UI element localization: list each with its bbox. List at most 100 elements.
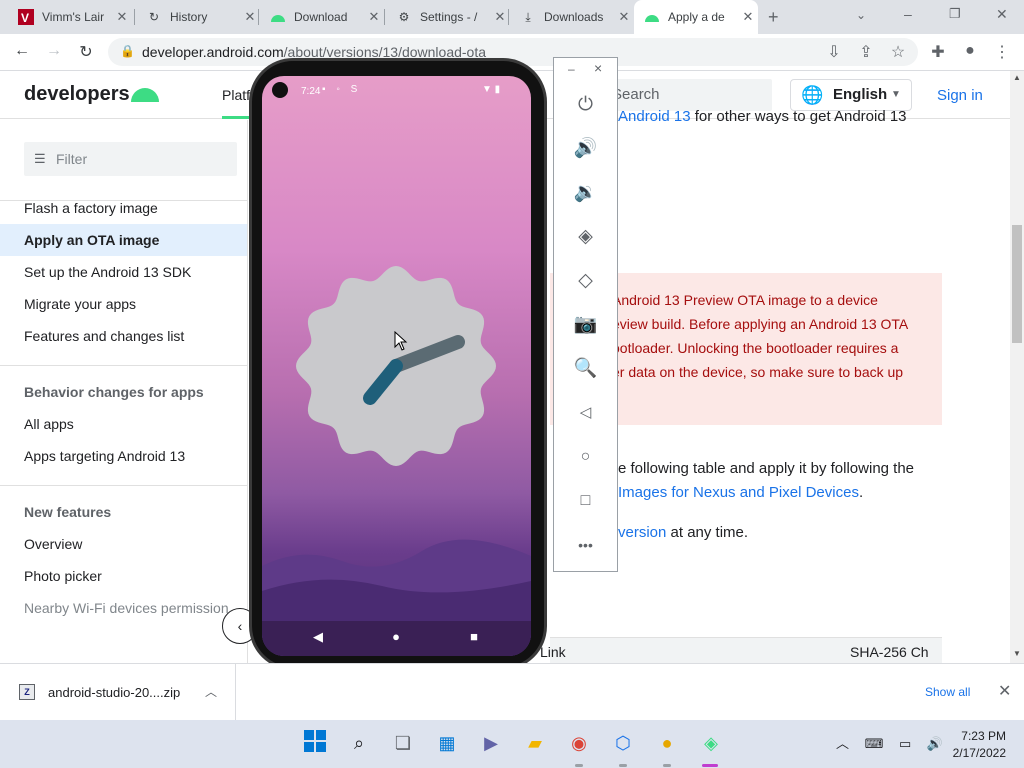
scroll-down-arrow[interactable]: ▼ [1010,649,1024,658]
close-tab-icon[interactable]: ✕ [240,9,260,25]
install-app-icon[interactable]: ⇩ [824,42,844,62]
phone-back-icon[interactable]: ◀ [308,629,328,645]
profile-icon[interactable]: ● [960,42,980,60]
close-tab-icon[interactable]: ✕ [614,9,634,25]
system-tray[interactable]: ︿ ⌨ ▭ 🔊 [836,733,949,752]
sidebar-item-overview[interactable]: Overview [0,528,247,560]
sidebar-item-migrate-apps[interactable]: Migrate your apps [0,288,247,320]
back-button[interactable]: ← [12,42,32,60]
app-icon[interactable]: ● [654,730,680,756]
chevron-up-icon[interactable]: ︿ [205,683,217,700]
new-tab-button[interactable]: + [768,7,779,28]
zoom-icon[interactable]: 🔍 [554,354,617,384]
android-studio-icon[interactable]: ◈ [698,730,724,756]
close-shelf-icon[interactable]: ✕ [998,681,1011,701]
tab-search-icon[interactable]: ⌄ [856,8,866,22]
volume-up-icon[interactable]: 🔊 [554,134,617,164]
close-tab-icon[interactable]: ✕ [364,9,384,25]
taskbar-time[interactable]: 7:23 PM [954,729,1006,743]
phone-home-icon[interactable]: ● [386,629,406,644]
teams-chat-icon[interactable]: ▶ [478,730,504,756]
tab-history[interactable]: ↻ History ✕ [136,0,260,34]
home-icon[interactable]: ○ [554,442,617,472]
tab-vimms-lair[interactable]: V Vimm's Lair ✕ [8,0,132,34]
phone-screen[interactable]: 7:24 ▪ ◦ S ▼ ▮ ◀ ● ■ [262,76,531,656]
table-header-cell: Link [540,644,566,660]
sidebar-item-all-apps[interactable]: All apps [0,408,247,440]
tab-apply-ota[interactable]: Apply a de ✕ [634,0,758,34]
start-icon[interactable] [302,730,328,756]
show-all-downloads-link[interactable]: Show all [925,685,970,699]
sidebar-item-nearby-wifi[interactable]: Nearby Wi-Fi devices permission [0,592,247,624]
sidebar-item-setup-sdk[interactable]: Set up the Android 13 SDK [0,256,247,288]
back-icon[interactable]: ◁ [554,398,617,428]
page-scrollbar[interactable] [1010,71,1024,663]
forward-button[interactable]: → [44,42,64,60]
tab-strip: V Vimm's Lair ✕ ↻ History ✕ Download ✕ ⚙… [0,0,1024,34]
sidebar-item-flash-factory-image[interactable]: Flash a factory image [0,192,247,224]
tab-label: Vimm's Lair [42,10,105,24]
power-icon[interactable]: ⏻ [554,90,617,120]
extensions-icon[interactable]: ✚ [928,42,948,62]
restore-window-button[interactable]: ❐ [949,6,961,22]
close-tab-icon[interactable]: ✕ [490,9,510,25]
bookmark-star-icon[interactable]: ☆ [888,42,908,62]
tab-settings[interactable]: ⚙ Settings - / ✕ [386,0,510,34]
tab-label: History [170,10,208,24]
emulator-close-button[interactable]: × [594,60,602,76]
link-factory-images[interactable]: Images for Nexus and Pixel Devices [618,484,859,501]
table-header-cell: SHA-256 Ch [850,644,929,660]
file-explorer-icon[interactable]: ▰ [522,730,548,756]
chrome-icon[interactable]: ◉ [566,730,592,756]
close-tab-icon[interactable]: ✕ [112,9,132,25]
download-item[interactable]: Z android-studio-20....zip ︿ [0,664,236,721]
sidebar-item-apply-ota-image[interactable]: Apply an OTA image [0,224,247,256]
tab-label: Download [294,10,348,24]
section-heading-new-features[interactable]: New features [24,504,111,520]
vimm-icon: V [18,9,34,25]
scroll-up-arrow[interactable]: ▲ [1010,73,1024,82]
link-android-13[interactable]: Android 13 [618,108,691,125]
warning-text: Android 13 Preview OTA image to a device [612,292,878,308]
share-icon[interactable]: ⇪ [856,42,876,62]
sidebar-item-features-list[interactable]: Features and changes list [0,320,247,352]
emulator-minimize-button[interactable]: – [568,62,575,76]
volume-down-icon[interactable]: 🔉 [554,178,617,208]
android-icon [644,9,660,25]
minimize-window-button[interactable]: – [904,6,912,22]
language-label: English [833,86,888,103]
sign-in-link[interactable]: Sign in [937,87,983,104]
task-view-icon[interactable]: ❏ [390,730,416,756]
phone-recents-icon[interactable]: ■ [464,629,484,644]
nav-platform[interactable]: Platf [222,87,250,103]
virtualbox-icon[interactable]: ⬡ [610,730,636,756]
sidebar-item-photo-picker[interactable]: Photo picker [0,560,247,592]
camera-icon[interactable]: 📷 [554,310,617,340]
language-select[interactable]: 🌐 English ▼ [790,79,912,111]
rotate-right-icon[interactable]: ◇ [554,266,617,296]
rotate-left-icon[interactable]: ◈ [554,222,617,252]
taskbar-date[interactable]: 2/17/2022 [944,746,1006,760]
section-heading-behavior[interactable]: Behavior changes for apps [24,384,204,400]
sidebar-item-apps-targeting[interactable]: Apps targeting Android 13 [0,440,247,472]
close-window-button[interactable]: ✕ [996,6,1008,23]
search-input[interactable]: Search [600,79,772,111]
tab-download[interactable]: Download ✕ [260,0,384,34]
site-logo[interactable]: developers [24,83,130,106]
table-header: Link SHA-256 Ch [540,637,942,663]
menu-icon[interactable]: ⋮ [992,42,1012,62]
close-tab-icon[interactable]: ✕ [738,9,758,25]
filter-input[interactable]: ☰ Filter [24,142,237,176]
overview-icon[interactable]: □ [554,486,617,516]
camera-cutout [272,82,288,98]
filter-icon: ☰ [34,151,46,166]
tab-downloads[interactable]: ⤓ Downloads ✕ [510,0,634,34]
history-icon: ↻ [148,10,160,24]
notification-icons: ▪ ◦ S [322,84,362,95]
link-version[interactable]: version [618,524,666,541]
reload-button[interactable]: ↻ [76,42,96,62]
more-icon[interactable]: ••• [554,530,617,560]
widgets-icon[interactable]: ▦ [434,730,460,756]
search-icon[interactable]: ⌕ [346,730,372,756]
scrollbar-thumb[interactable] [1012,225,1022,343]
